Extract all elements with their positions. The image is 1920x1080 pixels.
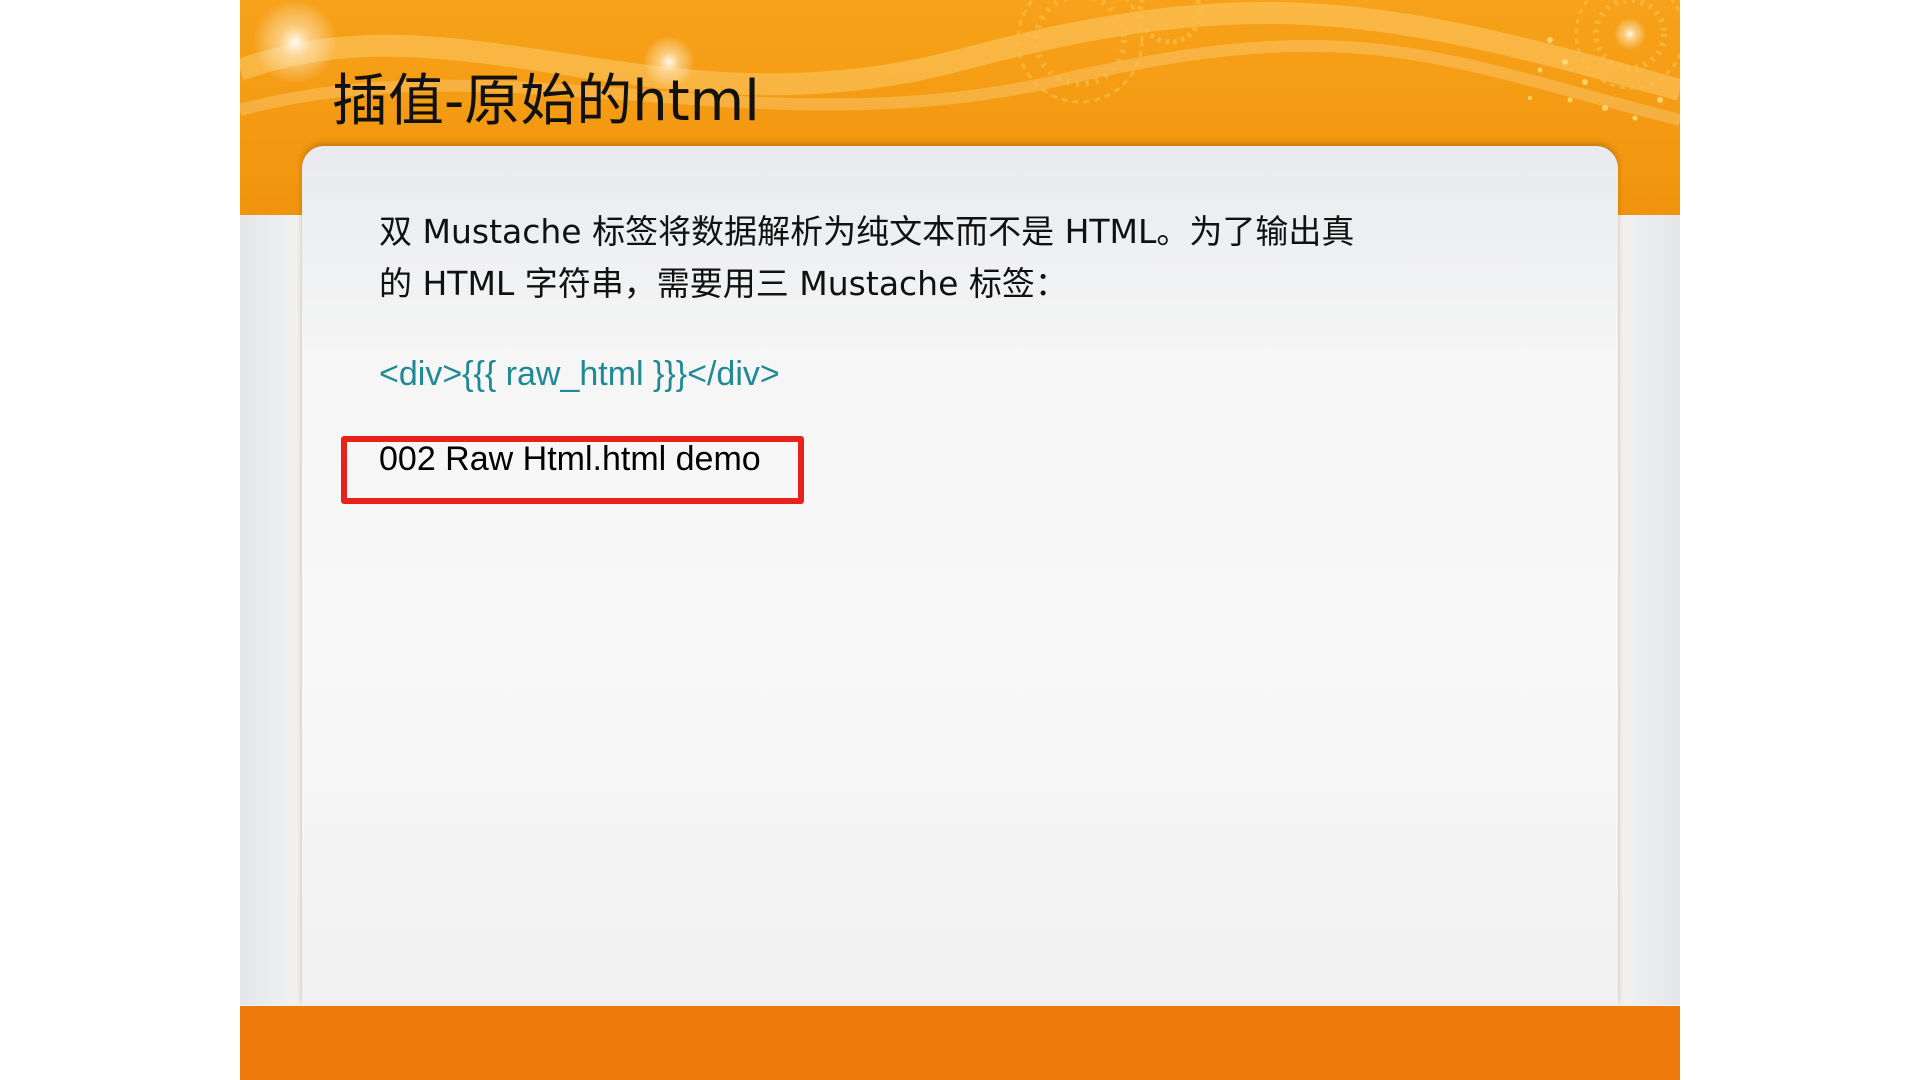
- panel-left-side: [240, 215, 302, 1005]
- footer-band: [240, 1006, 1680, 1080]
- demo-link[interactable]: 002 Raw Html.html demo: [379, 433, 761, 485]
- slide-title: 插值-原始的html: [332, 69, 760, 134]
- presentation-slide: 插值-原始的html 双 Mustache 标签将数据解析为纯文本而不是 HTM…: [240, 0, 1680, 1080]
- body-line-1: 双 Mustache 标签将数据解析为纯文本而不是 HTML。为了输出真: [379, 212, 1355, 251]
- panel-right-side: [1618, 215, 1680, 1005]
- body-paragraph: 双 Mustache 标签将数据解析为纯文本而不是 HTML。为了输出真 的 H…: [379, 206, 1439, 310]
- code-example: <div>{{{ raw_html }}}</div>: [379, 355, 780, 393]
- body-line-2: 的 HTML 字符串，需要用三 Mustache 标签：: [379, 264, 1068, 303]
